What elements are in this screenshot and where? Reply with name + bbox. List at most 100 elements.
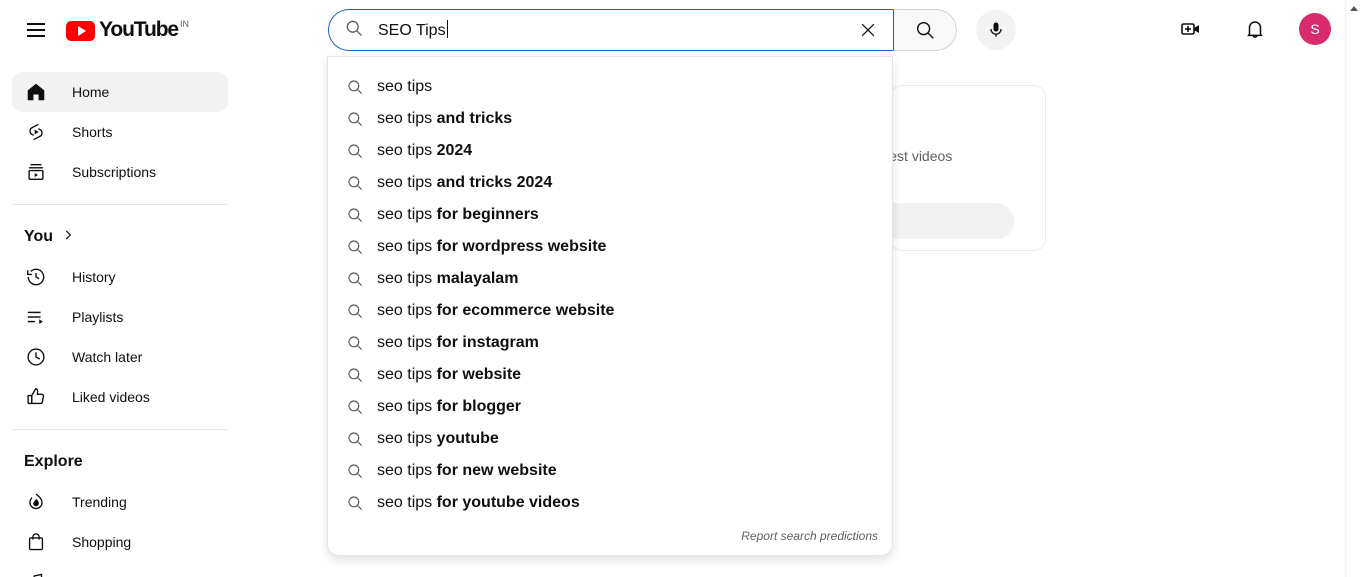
suggestion-prefix: seo tips <box>377 238 437 255</box>
sidebar-item-label: Home <box>72 84 110 100</box>
suggestion-item[interactable]: seo tips for youtube videos <box>328 487 892 519</box>
suggestion-item[interactable]: seo tips and tricks <box>328 103 892 135</box>
sidebar-divider-2 <box>12 429 228 430</box>
sidebar-item-shorts[interactable]: Shorts <box>12 112 228 152</box>
chevron-right-icon <box>61 228 75 247</box>
suggestion-suffix: for website <box>436 366 522 383</box>
shorts-icon <box>24 120 48 144</box>
suggestion-suffix: youtube <box>436 430 499 447</box>
suggestion-suffix: for wordpress website <box>436 238 607 255</box>
search-icon <box>346 366 370 384</box>
sidebar-item-shopping[interactable]: Shopping <box>12 522 228 562</box>
microphone-icon <box>990 22 1002 37</box>
search-icon <box>346 302 370 320</box>
search-icon <box>346 398 370 416</box>
suggestion-label: seo tips for beginners <box>377 204 539 226</box>
background-card-button[interactable] <box>891 203 1014 239</box>
suggestion-item[interactable]: seo tips for instagram <box>328 327 892 359</box>
background-content-card: he latest videos <box>890 85 1046 251</box>
suggestion-item[interactable]: seo tips and tricks 2024 <box>328 167 892 199</box>
guide-menu-button[interactable] <box>16 10 56 50</box>
sidebar-item-subscriptions[interactable]: Subscriptions <box>12 152 228 192</box>
search-suggestions-dropdown: seo tips seo tips and tricks seo tips 2024… <box>327 56 893 556</box>
hamburger-icon <box>27 23 45 37</box>
sidebar-item-trending[interactable]: Trending <box>12 482 228 522</box>
search-icon <box>346 174 370 192</box>
sidebar-item-label: Liked videos <box>72 389 150 405</box>
search-icon <box>344 18 364 43</box>
sidebar-item-liked-videos[interactable]: Liked videos <box>12 377 228 417</box>
text-caret <box>446 19 448 38</box>
sidebar: Home Shorts Subscriptions You History Pl… <box>0 62 240 577</box>
search-input[interactable]: SEO Tips <box>328 9 893 51</box>
suggestion-prefix: seo tips <box>377 142 437 159</box>
create-video-icon <box>1181 23 1199 35</box>
music-note-icon <box>24 570 48 577</box>
suggestion-item[interactable]: seo tips youtube <box>328 423 892 455</box>
clear-search-button[interactable] <box>847 10 889 50</box>
suggestion-suffix: for new website <box>436 462 557 479</box>
search-icon <box>346 238 370 256</box>
report-search-predictions-link[interactable]: Report search predictions <box>741 529 878 543</box>
sidebar-item-history[interactable]: History <box>12 257 228 297</box>
suggestion-prefix: seo tips <box>377 430 437 447</box>
suggestion-suffix: and tricks <box>436 110 513 127</box>
suggestion-label: seo tips and tricks <box>377 108 512 130</box>
search-icon <box>346 462 370 480</box>
sidebar-section-label: Explore <box>24 453 83 470</box>
sidebar-item-label: Playlists <box>72 309 124 325</box>
suggestion-item[interactable]: seo tips for ecommerce website <box>328 295 892 327</box>
page-scrollbar[interactable] <box>1345 0 1361 577</box>
avatar[interactable]: S <box>1299 13 1331 45</box>
suggestion-item[interactable]: seo tips malayalam <box>328 263 892 295</box>
playlists-icon <box>24 305 48 329</box>
background-card-text: he latest videos <box>890 148 953 164</box>
suggestion-label: seo tips for youtube videos <box>377 492 580 514</box>
sidebar-item-label: Shorts <box>72 124 113 140</box>
suggestion-suffix: for beginners <box>436 206 539 223</box>
suggestion-suffix: 2024 <box>436 142 473 159</box>
sidebar-item-playlists[interactable]: Playlists <box>12 297 228 337</box>
suggestion-item[interactable]: seo tips for website <box>328 359 892 391</box>
notifications-button[interactable] <box>1235 9 1275 49</box>
youtube-logo[interactable]: YouTube IN <box>66 18 189 42</box>
youtube-page: YouTube IN SEO Tips S Home Shorts Subscr… <box>0 0 1361 577</box>
scroll-up-arrow-icon[interactable] <box>1350 6 1358 11</box>
sidebar-section-label: You <box>24 228 54 245</box>
suggestion-item[interactable]: seo tips <box>328 71 892 103</box>
suggestion-suffix: and tricks 2024 <box>436 174 553 191</box>
sidebar-section-you[interactable]: You <box>0 217 240 257</box>
create-button[interactable] <box>1171 9 1211 49</box>
search-submit-button[interactable] <box>893 9 957 51</box>
shopping-bag-icon <box>24 530 48 554</box>
search-icon <box>346 142 370 160</box>
subscriptions-icon <box>24 160 48 184</box>
suggestion-prefix: seo tips <box>377 302 437 319</box>
logo-country-code: IN <box>180 19 190 29</box>
suggestion-label: seo tips malayalam <box>377 268 518 290</box>
suggestion-label: seo tips 2024 <box>377 140 472 162</box>
suggestion-item[interactable]: seo tips for new website <box>328 455 892 487</box>
suggestion-item[interactable]: seo tips for beginners <box>328 199 892 231</box>
voice-search-button[interactable] <box>976 10 1016 50</box>
suggestion-item[interactable]: seo tips for blogger <box>328 391 892 423</box>
history-icon <box>24 265 48 289</box>
search-icon <box>346 270 370 288</box>
masthead-right: S <box>1171 9 1331 49</box>
sidebar-item-label: Subscriptions <box>72 164 157 180</box>
suggestion-label: seo tips for blogger <box>377 396 521 418</box>
suggestion-label: seo tips for wordpress website <box>377 236 606 258</box>
suggestion-item[interactable]: seo tips 2024 <box>328 135 892 167</box>
sidebar-item-home[interactable]: Home <box>12 72 228 112</box>
bell-icon <box>1247 21 1263 38</box>
logo-text: YouTube <box>99 18 179 41</box>
sidebar-item-music[interactable]: Music <box>12 562 228 577</box>
search-pill: SEO Tips <box>328 9 957 51</box>
search-zone: SEO Tips <box>328 9 1016 51</box>
suggestion-suffix: for blogger <box>436 398 522 415</box>
suggestion-item[interactable]: seo tips for wordpress website <box>328 231 892 263</box>
search-icon <box>346 334 370 352</box>
sidebar-item-watch-later[interactable]: Watch later <box>12 337 228 377</box>
home-icon <box>24 80 48 104</box>
suggestion-list: seo tips seo tips and tricks seo tips 2024… <box>328 71 892 519</box>
